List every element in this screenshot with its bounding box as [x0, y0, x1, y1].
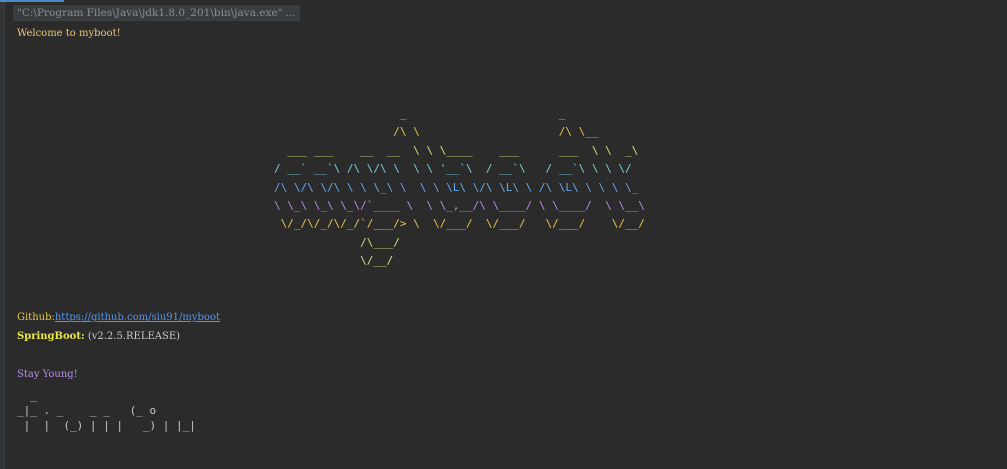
banner-line: /\___/ — [274, 235, 400, 249]
console-gutter — [0, 0, 5, 469]
banner-line: \ \_\ \_\ \_\/`____ \ \ \_,__/\ \____/ \… — [274, 199, 645, 213]
banner-line: /\ \ /\ \__ — [274, 125, 599, 139]
banner-line: _ _ — [274, 107, 566, 120]
banner-line: \/_/\/_/\/_/`/___/> \ \/___/ \/___/ \/__… — [274, 217, 645, 231]
github-link[interactable]: https://github.com/siu91/myboot — [55, 312, 220, 323]
signature-line: _ — [17, 389, 37, 402]
welcome-text: Welcome to myboot! — [17, 28, 121, 39]
github-label: Github: — [17, 312, 55, 323]
banner-line: ___ ___ __ __ \ \ \____ ___ ___ \ \ _\ — [274, 143, 639, 157]
banner-line: / __` __`\ /\ \/\ \ \ \ '__`\ / __`\ / _… — [274, 162, 632, 176]
stay-young-text: Stay Young! — [17, 369, 78, 380]
springboot-label: SpringBoot: — [17, 331, 85, 342]
springboot-line: SpringBoot: (v2.2.5.RELEASE) — [17, 330, 180, 344]
signature-line: _|_ . _ _ _ (_ o — [17, 404, 157, 417]
banner-line: \/__/ — [274, 254, 394, 268]
run-tab-indicator — [0, 0, 64, 2]
command-line[interactable]: "C:\Program Files\Java\jdk1.8.0_201\bin\… — [13, 5, 300, 21]
signature-line: | | (_) | | | _) | |_| — [17, 419, 196, 432]
github-line: Github:https://github.com/siu91/myboot — [17, 311, 220, 325]
springboot-version: (v2.2.5.RELEASE) — [84, 331, 181, 342]
ascii-signature: _ _|_ . _ _ _ (_ o | | (_) | | | _) | |_… — [17, 388, 196, 433]
banner-line: /\ \/\ \/\ \ \ \_\ \ \ \ \L\ \/\ \L\ \ /… — [274, 180, 639, 194]
ascii-banner: _ _ /\ \ /\ \__ ___ ___ __ __ \ \ \____ … — [274, 105, 645, 271]
